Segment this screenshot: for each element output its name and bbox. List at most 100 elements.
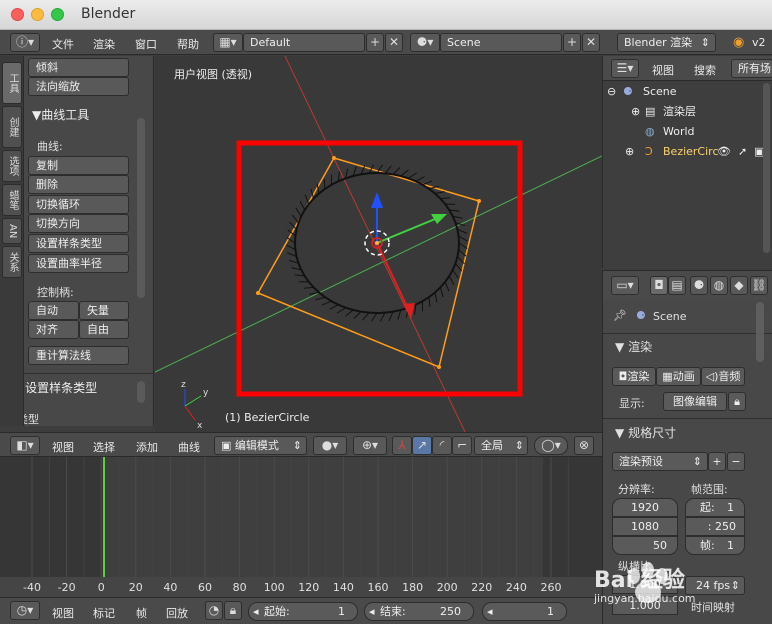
delete-button[interactable]: 删除 [28,175,129,194]
recalc-normals-button[interactable]: 重计算法线 [28,346,129,365]
frame-step-field[interactable]: 帧: 1 [685,536,745,555]
set-spline-type-button[interactable]: 设置样条类型 [28,234,129,253]
duplicate-button[interactable]: 复制 [28,156,129,175]
outliner-item-beziercircle[interactable]: ⊕ Ɔ BezierCirc 👁︎ ➚ ▣ [603,142,772,162]
spline-type-header[interactable]: ▼ 设置样条类型 [24,379,97,396]
spline-panel-scrollbar[interactable] [137,381,145,403]
menu-view[interactable]: 视图 [52,439,74,455]
cursor-select-icon[interactable]: ➚ [738,142,747,162]
maximize-window-button[interactable] [51,8,64,21]
pin-icon[interactable]: 📌︎ [613,309,627,322]
rotate-manipulator[interactable]: ◜ [432,436,452,455]
timeline-menu-playback[interactable]: 回放 [166,605,188,621]
menu-file[interactable]: 文件 [52,36,74,52]
expand-icon[interactable]: ⊕ [625,142,634,162]
outliner-editor-type-button[interactable]: ☰▾ [611,59,639,78]
menu-add[interactable]: 添加 [136,439,158,455]
object-context-tab[interactable]: ◆ [730,276,748,295]
outliner-item-render-layers[interactable]: ⊕ ▤ 渲染层 [603,102,772,122]
handle-aligned-button[interactable]: 对齐 [28,320,79,339]
set-curve-radius-button[interactable]: 设置曲率半径 [28,254,129,273]
collapse-icon[interactable]: ⊖ [607,82,616,102]
resolution-x-field[interactable]: 1920 [612,498,678,517]
x-gizmo-head[interactable] [403,303,415,319]
bezier-handle-point[interactable] [256,291,260,295]
outliner-filter-dropdown[interactable]: 所有场 [731,59,772,78]
timeline-area[interactable]: -40 -20 0 20 40 60 80 100 120 140 160 180 200 220 240 2… [0,457,602,597]
menu-help[interactable]: 帮助 [177,36,199,52]
translate-manipulator[interactable]: ↗ [412,436,432,455]
tab-options[interactable]: 选项 [2,150,22,182]
outliner-menu-view[interactable]: 视图 [652,62,674,78]
z-gizmo-head[interactable] [371,192,383,208]
screen-layout-field[interactable]: Default [243,33,365,52]
3d-viewport[interactable]: y z x 用户视图 (透视) (1) BezierCircle [155,56,602,432]
resolution-percent-field[interactable]: 50 [612,536,678,555]
outliner-item-scene[interactable]: ⊖ ⚈ Scene [603,82,772,102]
render-panel-header[interactable]: ▼ 渲染 [615,338,652,355]
handle-free-button[interactable]: 自由 [79,320,129,339]
render-layers-context-tab[interactable]: ▤ [668,276,686,295]
curve-tools-header[interactable]: ▼曲线工具 [32,106,89,123]
lock-range-button[interactable]: 🔒︎ [224,601,242,620]
close-window-button[interactable] [11,8,24,21]
tab-an[interactable]: AN [2,218,22,244]
remove-preset-button[interactable]: − [727,452,745,471]
tab-relations[interactable]: 关系 [2,246,22,278]
lock-interface-button[interactable]: 🔒︎ [728,392,746,411]
minimize-window-button[interactable] [31,8,44,21]
outliner-item-world[interactable]: ◍ World [603,122,772,142]
menu-select[interactable]: 选择 [93,439,115,455]
proportional-edit-button[interactable]: ◯▾ [534,436,568,455]
dimensions-panel-header[interactable]: ▼ 规格尺寸 [615,424,676,441]
frame-end-field[interactable]: : 250 [685,517,745,536]
tab-create[interactable]: 创建 [2,106,22,148]
timeline-menu-view[interactable]: 视图 [52,605,74,621]
fps-dropdown[interactable]: 24 fps ⇕ [685,576,745,595]
render-engine-dropdown[interactable]: Blender 渲染 ⇕ [617,33,716,52]
properties-editor-type-button[interactable]: ▭▾ [611,276,639,295]
tilt-button[interactable]: 倾斜 [28,58,129,77]
manipulator-toggle[interactable]: ⅄ [392,436,412,455]
scene-selector-button[interactable]: ⚈▾ [410,33,440,52]
scene-context-tab[interactable]: ⚈ [690,276,708,295]
x-gizmo-arrow[interactable] [376,242,410,312]
menu-render[interactable]: 渲染 [93,36,115,52]
add-preset-button[interactable]: + [708,452,726,471]
menu-curve[interactable]: 曲线 [178,439,200,455]
normal-scale-button[interactable]: 法向缩放 [28,77,129,96]
render-audio-button[interactable]: ◁)音频 [701,367,745,386]
render-animation-button[interactable]: ▦动画 [656,367,701,386]
outliner-scrollbar[interactable] [763,83,770,253]
pivot-point-button[interactable]: ⊕▾ [353,436,387,455]
switch-direction-button[interactable]: 切换方向 [28,214,129,233]
transform-orientation-dropdown[interactable]: 全局 ⇕ [474,436,528,455]
properties-scrollbar[interactable] [756,302,764,362]
info-editor-type-button[interactable]: ⓘ▾ [10,33,40,52]
editor-type-button[interactable]: ◧▾ [10,436,40,455]
bezier-handle-point[interactable] [437,365,441,369]
render-preset-dropdown[interactable]: 渲染预设 ⇕ [612,452,708,471]
resolution-y-field[interactable]: 1080 [612,517,678,536]
remove-layout-button[interactable]: ✕ [385,33,403,52]
scale-manipulator[interactable]: ⌐ [452,436,472,455]
viewport-shading-button[interactable]: ●▾ [313,436,347,455]
aspect-y-field[interactable]: 1.000 [612,596,678,615]
bezier-handle-point[interactable] [332,156,336,160]
timeline-menu-frame[interactable]: 帧 [136,605,147,621]
bezier-handle-point[interactable] [477,199,481,203]
current-frame-field[interactable]: ◂ 1 [482,602,567,621]
eye-icon[interactable]: 👁︎ [717,142,731,162]
expand-icon[interactable]: ⊕ [631,102,640,122]
screen-layout-button[interactable]: ▦▾ [213,33,243,52]
world-context-tab[interactable]: ◍ [710,276,728,295]
start-frame-field[interactable]: ◂ 起始: 1 [248,602,358,621]
timeline-menu-markers[interactable]: 标记 [93,605,115,621]
add-scene-button[interactable]: + [563,33,581,52]
aspect-x-field[interactable]: 1.000 [612,575,678,594]
menu-window[interactable]: 窗口 [135,36,157,52]
end-frame-field[interactable]: ◂ 结束: 250 [364,602,474,621]
toggle-cyclic-button[interactable]: 切换循环 [28,195,129,214]
remove-scene-button[interactable]: ✕ [582,33,600,52]
constraints-context-tab[interactable]: ⛓︎ [750,276,768,295]
